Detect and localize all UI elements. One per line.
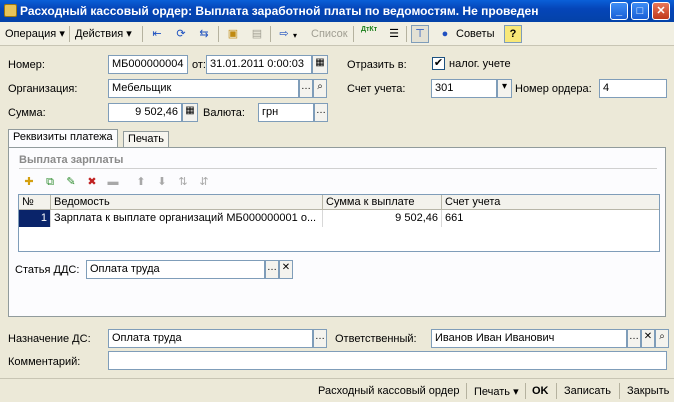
number-field[interactable]: МБ000000004 — [108, 55, 188, 74]
currency-label: Валюта: — [203, 107, 245, 119]
arrow-left-icon[interactable]: ⇤ — [148, 25, 166, 43]
order-number-label: Номер ордера: — [515, 83, 592, 95]
comment-field[interactable] — [108, 351, 667, 370]
table-header: № Ведомость Сумма к выплате Счет учета — [19, 195, 659, 210]
clear-responsible-icon[interactable]: ✕ — [641, 329, 655, 348]
purpose-label: Назначение ДС: — [8, 333, 91, 345]
date-label: от: — [192, 59, 206, 71]
number-label: Номер: — [8, 59, 45, 71]
save-button[interactable]: Записать — [564, 385, 611, 397]
payment-panel: Выплата зарплаты ✚ ⧉ ✎ ✖ ▬ ⬆ ⬇ ⇅ ⇵ № Вед… — [8, 147, 666, 317]
column-amount[interactable]: Сумма к выплате — [323, 195, 442, 210]
chevron-down-icon[interactable]: ▾ — [497, 79, 512, 98]
select-responsible-button[interactable]: … — [627, 329, 641, 348]
calculator-icon[interactable]: ▦ — [182, 103, 198, 122]
bottom-bar: Расходный кассовый ордер Печать ▾ OK Зап… — [0, 378, 674, 402]
currency-field[interactable]: грн — [258, 103, 314, 122]
select-button[interactable]: … — [299, 79, 313, 98]
amount-label: Сумма: — [8, 107, 46, 119]
document-icon — [4, 4, 17, 17]
tips-icon[interactable]: ● — [436, 25, 454, 43]
column-account[interactable]: Счет учета — [442, 195, 659, 210]
create-based-on-icon[interactable]: ⇨ — [275, 25, 293, 43]
sort-ascending-icon: ⇅ — [178, 176, 188, 188]
sort-descending-icon: ⇵ — [199, 176, 209, 188]
search-responsible-icon[interactable]: ⌕ — [655, 329, 669, 348]
move-up-icon: ⬆ — [136, 176, 146, 188]
actions-menu[interactable]: Действия ▾ — [75, 26, 132, 42]
column-number[interactable]: № — [19, 195, 51, 210]
dds-label: Статья ДДС: — [15, 264, 80, 276]
tax-accounting-checkbox[interactable]: ✔ — [432, 57, 445, 70]
structure-icon[interactable]: ⊤ — [411, 25, 429, 43]
group-title: Выплата зарплаты — [19, 154, 124, 166]
account-field[interactable]: 301 — [431, 79, 497, 98]
tips-button[interactable]: Советы — [456, 26, 494, 42]
toolbar: Операция ▾ Действия ▾ ⇤ ⟳ ⇆ ▣ ▤ ⇨ ▾ Спис… — [0, 22, 674, 46]
tax-accounting-label: налог. учете — [449, 58, 511, 70]
close-button[interactable]: Закрыть — [627, 385, 669, 397]
clear-icon[interactable]: ✕ — [279, 260, 293, 279]
tab-print[interactable]: Печать — [123, 131, 170, 148]
statement-cell[interactable]: Зарплата к выплате организаций МБ0000000… — [51, 210, 323, 227]
select-purpose-button[interactable]: … — [313, 329, 327, 348]
title-bar: Расходный кассовый ордер: Выплата зарабо… — [0, 0, 674, 22]
dds-field[interactable]: Оплата труда — [86, 260, 265, 279]
minimize-button[interactable]: _ — [610, 2, 628, 20]
copy-row-icon[interactable]: ⧉ — [42, 174, 58, 190]
amount-cell[interactable]: 9 502,46 — [323, 210, 442, 227]
select-currency-button[interactable]: … — [314, 103, 328, 122]
document-button[interactable]: Расходный кассовый ордер — [318, 385, 459, 397]
post-document-icon[interactable]: ▣ — [224, 25, 242, 43]
organization-field[interactable]: Мебельщик — [108, 79, 299, 98]
responsible-label: Ответственный: — [335, 333, 417, 345]
order-number-field[interactable]: 4 — [599, 79, 667, 98]
comment-label: Комментарий: — [8, 356, 81, 368]
end-edit-icon: ▬ — [107, 176, 119, 188]
purpose-field[interactable]: Оплата труда — [108, 329, 313, 348]
responsible-field[interactable]: Иванов Иван Иванович — [431, 329, 627, 348]
select-dds-button[interactable]: … — [265, 260, 279, 279]
reflect-label: Отразить в: — [347, 59, 407, 71]
edit-row-icon[interactable]: ✎ — [63, 174, 79, 190]
close-window-button[interactable]: ✕ — [652, 2, 670, 20]
account-cell[interactable]: 661 — [442, 210, 659, 227]
column-statement[interactable]: Ведомость — [51, 195, 323, 210]
operation-menu[interactable]: Операция ▾ — [5, 26, 65, 42]
print-button[interactable]: Печать ▾ — [474, 385, 519, 398]
amount-field[interactable]: 9 502,46 — [108, 103, 182, 122]
help-button[interactable]: ? — [504, 25, 522, 43]
payments-table[interactable]: № Ведомость Сумма к выплате Счет учета 1… — [18, 194, 660, 252]
search-icon[interactable]: ⌕ — [313, 79, 327, 98]
window-title: Расходный кассовый ордер: Выплата зарабо… — [20, 4, 539, 18]
date-field[interactable]: 31.01.2011 0:00:03 — [206, 55, 312, 74]
calendar-icon[interactable]: ▦ — [312, 55, 328, 74]
refresh-icon[interactable]: ⟳ — [172, 25, 190, 43]
report-icon[interactable]: ☰ — [385, 25, 403, 43]
maximize-button[interactable]: □ — [631, 2, 649, 20]
tab-payment-details[interactable]: Реквизиты платежа — [8, 129, 118, 148]
add-row-icon[interactable]: ✚ — [21, 174, 37, 190]
table-row[interactable]: 1 Зарплата к выплате организаций МБ00000… — [19, 210, 659, 227]
row-number-cell[interactable]: 1 — [19, 210, 51, 227]
organization-label: Организация: — [8, 83, 78, 95]
ok-button[interactable]: OK — [532, 385, 549, 397]
move-down-icon: ⬇ — [157, 176, 167, 188]
transfer-icon[interactable]: ⇆ — [195, 25, 213, 43]
account-label: Счет учета: — [347, 83, 406, 95]
dtkt-icon[interactable]: ДтКт — [360, 25, 378, 43]
list-button: Список — [311, 28, 348, 40]
dropdown-arrow-icon[interactable]: ▾ — [293, 28, 297, 44]
copy-document-icon: ▤ — [251, 28, 263, 40]
delete-row-icon[interactable]: ✖ — [84, 174, 100, 190]
